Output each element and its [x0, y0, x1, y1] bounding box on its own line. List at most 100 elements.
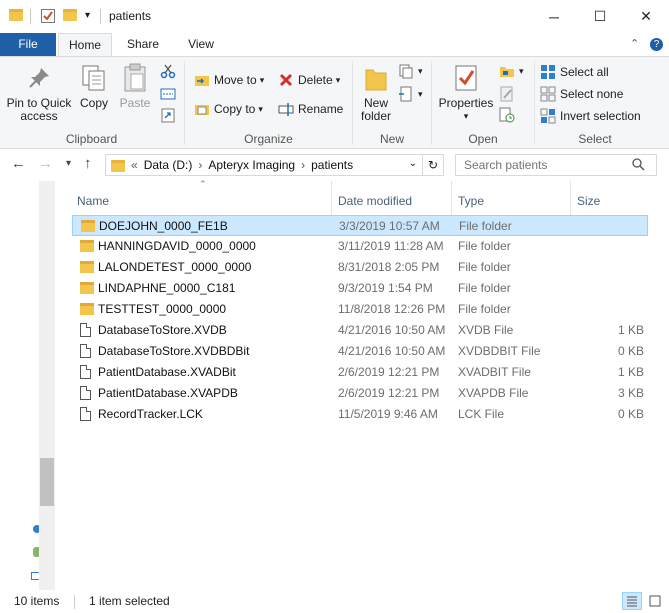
table-row[interactable]: DatabaseToStore.XVDB 4/21/2016 10:50 AM XV…: [72, 320, 648, 341]
breadcrumb-patients[interactable]: patients: [311, 158, 353, 172]
copy-button[interactable]: Copy: [76, 63, 112, 110]
title-bar: ▾ patients ─ ☐ ✕: [0, 0, 669, 33]
file-size: 3 KB: [617, 386, 644, 400]
rename-label: Rename: [298, 102, 344, 116]
tab-share[interactable]: Share: [116, 33, 170, 56]
customize-dropdown-icon[interactable]: ▾: [85, 10, 90, 21]
table-row[interactable]: LINDAPHNE_0000_C181 9/3/2019 1:54 PM File …: [72, 278, 648, 299]
table-row[interactable]: DatabaseToStore.XVDBDBit 4/21/2016 10:50 …: [72, 341, 648, 362]
cut-button[interactable]: [160, 63, 180, 79]
file-size: 1 KB: [617, 365, 644, 379]
table-row[interactable]: LALONDETEST_0000_0000 8/31/2018 2:05 PM Fi…: [72, 257, 648, 278]
breadcrumb-data-drive[interactable]: Data (D:): [144, 158, 193, 172]
history-button[interactable]: [499, 107, 519, 123]
file-name: LINDAPHNE_0000_C181: [98, 281, 236, 295]
file-name: DatabaseToStore.XVDB: [98, 323, 227, 337]
file-date-modified: 2/6/2019 12:21 PM: [338, 386, 440, 400]
table-row[interactable]: DOEJOHN_0000_FE1B 3/3/2019 10:57 AM File f…: [72, 215, 648, 236]
file-type: File folder: [458, 302, 511, 316]
tab-file[interactable]: File: [0, 33, 56, 56]
delete-button[interactable]: Delete ▾: [278, 72, 340, 88]
file-name: RecordTracker.LCK: [98, 407, 203, 421]
breadcrumb-separator[interactable]: ›: [301, 158, 305, 172]
forward-arrow-icon[interactable]: →: [38, 155, 53, 172]
divider: [431, 61, 432, 145]
details-view-button[interactable]: [622, 592, 642, 610]
file-type: File folder: [458, 239, 511, 253]
back-arrow-icon[interactable]: ←: [11, 155, 26, 172]
paste-shortcut-button[interactable]: [160, 107, 180, 123]
breadcrumb-separator[interactable]: ›: [198, 158, 202, 172]
refresh-icon[interactable]: ↻: [422, 155, 443, 175]
minimize-button[interactable]: ─: [531, 0, 577, 33]
move-to-button[interactable]: Move to ▾: [194, 72, 264, 88]
maximize-button[interactable]: ☐: [577, 0, 623, 33]
item-count: 10 items: [14, 594, 60, 608]
new-item-button[interactable]: ▾: [398, 63, 423, 79]
address-dropdown-icon[interactable]: ⌄: [409, 158, 417, 169]
column-header-size[interactable]: Size: [572, 186, 648, 216]
up-arrow-icon[interactable]: ↑: [84, 155, 92, 172]
copy-label: Copy: [79, 96, 108, 110]
column-divider[interactable]: [331, 181, 332, 219]
select-all-button[interactable]: Select all: [540, 64, 609, 80]
properties-check-icon[interactable]: [41, 9, 55, 23]
column-header-date-modified[interactable]: Date modified: [333, 186, 451, 216]
move-to-icon: [194, 72, 210, 88]
address-bar[interactable]: « Data (D:) › Apteryx Imaging › patients…: [105, 154, 444, 176]
new-folder-icon: [361, 63, 391, 93]
chevron-down-icon: ▾: [418, 65, 423, 76]
chevron-down-icon: ▾: [335, 74, 341, 85]
copy-icon: [79, 63, 109, 93]
select-none-label: Select none: [560, 87, 624, 101]
file-type: XVDB File: [458, 323, 514, 337]
chevron-down-icon: ▾: [418, 88, 423, 99]
file-size: 1 KB: [617, 323, 644, 337]
edit-button[interactable]: [499, 86, 519, 102]
paste-button[interactable]: Paste: [116, 63, 154, 110]
select-group-label: Select: [578, 132, 612, 146]
recent-locations-chevron-icon[interactable]: ▾: [66, 158, 71, 169]
search-input[interactable]: [455, 154, 657, 176]
select-none-button[interactable]: Select none: [540, 86, 623, 102]
easy-access-button[interactable]: ▾: [398, 86, 423, 102]
help-icon[interactable]: ?: [650, 38, 663, 51]
file-type: File folder: [458, 281, 511, 295]
table-row[interactable]: PatientDatabase.XVAPDB 2/6/2019 12:21 PM X…: [72, 383, 648, 404]
file-type: XVADBIT File: [458, 365, 531, 379]
table-row[interactable]: TESTTEST_0000_0000 11/8/2018 12:26 PM File…: [72, 299, 648, 320]
tab-home[interactable]: Home: [58, 33, 112, 56]
copy-path-button[interactable]: [160, 86, 180, 102]
new-folder-icon[interactable]: [63, 9, 77, 21]
rename-button[interactable]: Rename: [278, 101, 343, 117]
breadcrumb-apteryx-imaging[interactable]: Apteryx Imaging: [208, 158, 295, 172]
column-header-type[interactable]: Type: [453, 186, 570, 216]
table-row[interactable]: HANNINGDAVID_0000_0000 3/11/2019 11:28 AM…: [72, 236, 648, 257]
overflow-chevron[interactable]: «: [131, 158, 138, 172]
navigation-pane-scrollbar[interactable]: [39, 181, 55, 590]
column-header-name[interactable]: Name: [72, 186, 331, 216]
properties-button[interactable]: Properties ▾: [437, 63, 495, 123]
file-type: XVAPDB File: [458, 386, 529, 400]
folder-icon: [81, 219, 95, 232]
navigation-pane-scrollbar-thumb[interactable]: [40, 458, 54, 506]
pin-to-quick-access-button[interactable]: Pin to Quick access: [4, 63, 74, 123]
chevron-down-icon: ▾: [259, 74, 265, 85]
column-divider[interactable]: [451, 181, 452, 219]
open-button[interactable]: ▾: [499, 63, 524, 79]
invert-selection-button[interactable]: Invert selection: [540, 108, 641, 124]
copy-to-button[interactable]: Copy to ▾: [194, 101, 263, 117]
table-row[interactable]: RecordTracker.LCK 11/5/2019 9:46 AM LCK Fi…: [72, 404, 648, 425]
new-folder-button[interactable]: New folder: [356, 63, 396, 123]
clipboard-group: Pin to Quick access Copy Paste Clipboard: [0, 57, 183, 149]
file-date-modified: 2/6/2019 12:21 PM: [338, 365, 440, 379]
table-row[interactable]: PatientDatabase.XVADBit 2/6/2019 12:21 PM…: [72, 362, 648, 383]
large-icons-view-button[interactable]: [645, 592, 665, 610]
search-icon: [632, 158, 645, 174]
file-size: 0 KB: [617, 344, 644, 358]
folder-icon: [111, 158, 125, 172]
column-divider[interactable]: [570, 181, 571, 219]
tab-view[interactable]: View: [174, 33, 228, 56]
collapse-ribbon-icon[interactable]: ⌃: [630, 37, 639, 50]
close-button[interactable]: ✕: [623, 0, 669, 33]
